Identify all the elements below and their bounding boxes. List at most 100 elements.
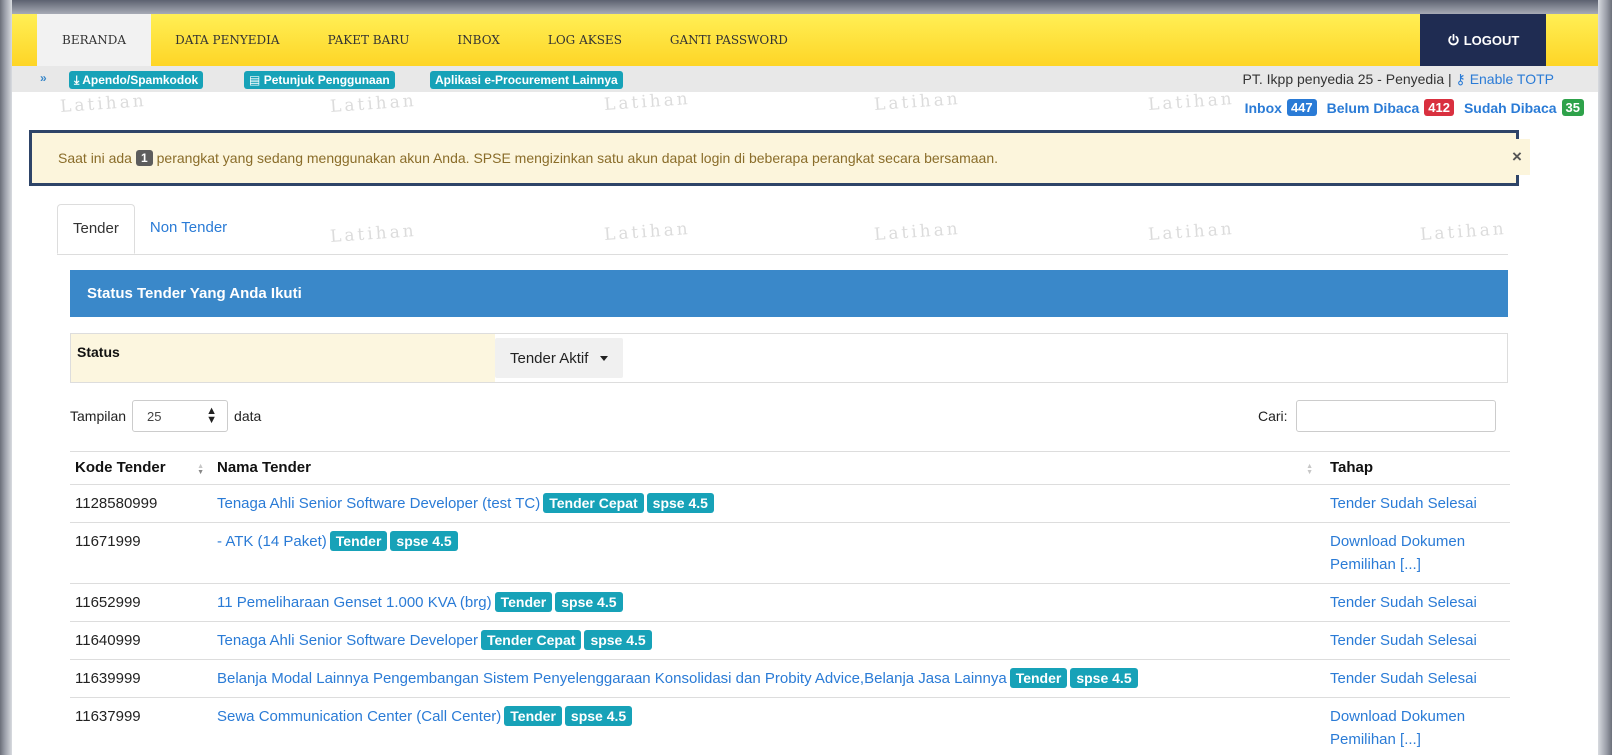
page: BERANDA DATA PENYEDIA PAKET BARU INBOX L… [12, 14, 1598, 755]
apendo-link[interactable]: ⤓ Apendo/Spamkodok [69, 71, 204, 89]
watermark: Latihan [329, 90, 418, 118]
watermark: Latihan [603, 218, 692, 246]
status-filter-row: Status Tender Aktif [70, 333, 1508, 383]
watermark: Latihan [603, 88, 692, 116]
sort-icon: ▲ ▼ [197, 463, 204, 476]
cell-tahap: Tender Sudah Selesai [1325, 583, 1510, 622]
tender-name-link[interactable]: Tenaga Ahli Senior Software Developer [217, 632, 478, 649]
select-arrows-icon: ▲ ▼ [206, 405, 218, 426]
col-tahap-label: Tahap [1330, 459, 1374, 476]
status-dropdown[interactable]: Tender Aktif [495, 338, 624, 378]
tender-type-badge: spse 4.5 [390, 531, 458, 551]
table-row: 11639999 Belanja Modal Lainnya Pengembang… [70, 659, 1510, 698]
cell-nama: Sewa Communication Center (Call Center) T… [212, 697, 1325, 755]
alert-text-before: Saat ini ada [58, 150, 132, 166]
watermark: Latihan [1147, 218, 1236, 246]
col-tahap[interactable]: Tahap [1325, 451, 1510, 485]
table-body: 1128580999 Tenaga Ahli Senior Software De… [70, 484, 1510, 755]
tender-name-link[interactable]: - ATK (14 Paket) [217, 533, 327, 550]
status-label: Status [71, 334, 495, 382]
tender-type-badge: Tender Cepat [543, 493, 644, 513]
logout-button[interactable]: LOGOUT [1420, 14, 1546, 66]
nav-paket-baru[interactable]: PAKET BARU [304, 14, 434, 66]
cell-kode: 1128580999 [70, 484, 212, 523]
tab-non-tender[interactable]: Non Tender [135, 204, 242, 254]
tender-type-badge: Tender [494, 592, 553, 612]
watermark: Latihan [329, 220, 418, 248]
watermark: Latihan [1147, 88, 1236, 116]
inbox-link[interactable]: Inbox [1245, 100, 1282, 116]
sort-icon: ▲ ▼ [1306, 463, 1313, 476]
tender-name-link[interactable]: Belanja Modal Lainnya Pengembangan Siste… [217, 670, 1007, 687]
table-header-row: Kode Tender ▲ ▼ Nama Tender ▲ ▼ Tahap [70, 451, 1510, 485]
nav-beranda[interactable]: BERANDA [37, 14, 152, 66]
page-length-control: Tampilan 25 ▲ ▼ data [70, 400, 261, 432]
tender-name-link[interactable]: 11 Pemeliharaan Genset 1.000 KVA (brg) [217, 594, 492, 611]
tender-type-badge: Tender Cepat [481, 630, 582, 650]
cell-tahap: Download Dokumen Pemilihan [...] [1325, 697, 1510, 755]
petunjuk-link[interactable]: ▤ Petunjuk Penggunaan [244, 71, 395, 89]
book-icon: ▤ [249, 73, 261, 87]
col-nama-tender-label: Nama Tender [217, 459, 311, 476]
nav-log-akses[interactable]: LOG AKSES [524, 14, 646, 66]
window-frame-right [1598, 0, 1612, 755]
window-frame-left [0, 0, 12, 755]
cell-tahap: Tender Sudah Selesai [1325, 484, 1510, 523]
tahap-link[interactable]: Tender Sudah Selesai [1330, 632, 1477, 649]
caret-down-icon [600, 355, 609, 361]
tahap-link[interactable]: Download Dokumen Pemilihan [...] [1330, 533, 1465, 573]
col-kode-tender[interactable]: Kode Tender ▲ ▼ [70, 451, 212, 485]
cell-nama: 11 Pemeliharaan Genset 1.000 KVA (brg) Te… [212, 583, 1325, 622]
key-icon: ⚷ [1455, 71, 1466, 87]
watermark: Latihan [873, 218, 962, 246]
tender-type-badge: Tender [504, 706, 562, 726]
search-input[interactable] [1295, 400, 1496, 432]
download-icon: ⤓ [74, 73, 80, 87]
cell-nama: - ATK (14 Paket) Tender spse 4.5 [212, 522, 1325, 584]
window-frame-top [0, 0, 1612, 14]
tender-type-badge: spse 4.5 [564, 706, 633, 726]
eproc-link[interactable]: Aplikasi e-Procurement Lainnya [430, 71, 623, 89]
nav-inbox[interactable]: INBOX [433, 14, 523, 66]
device-count-badge: 1 [135, 150, 153, 166]
enable-totp-link[interactable]: ⚷ Enable TOTP [1456, 71, 1554, 87]
table-row: 11652999 11 Pemeliharaan Genset 1.000 KVA… [70, 583, 1510, 622]
top-navbar: BERANDA DATA PENYEDIA PAKET BARU INBOX L… [12, 14, 1598, 66]
page-length-value: 25 [147, 408, 162, 424]
tender-name-link[interactable]: Tenaga Ahli Senior Software Developer (t… [217, 495, 540, 512]
nav-ganti-password[interactable]: GANTI PASSWORD [646, 14, 812, 66]
read-count-badge: 35 [1561, 99, 1584, 116]
table-row: 11640999 Tenaga Ahli Senior Software Deve… [70, 621, 1510, 660]
length-suffix: data [234, 408, 262, 424]
cell-tahap: Download Dokumen Pemilihan [...] [1325, 522, 1510, 584]
length-prefix: Tampilan [70, 408, 127, 424]
tab-divider [57, 254, 1508, 255]
message-counts: Inbox 447 Belum Dibaca 412 Sudah Dibaca … [1245, 99, 1584, 116]
alert-close-button[interactable]: × [1504, 139, 1530, 175]
tender-name-link[interactable]: Sewa Communication Center (Call Center) [217, 708, 501, 725]
tender-type-badge: spse 4.5 [584, 630, 652, 650]
alert-text-after: perangkat yang sedang menggunakan akun A… [156, 150, 999, 166]
table-row: 1128580999 Tenaga Ahli Senior Software De… [70, 484, 1510, 523]
tahap-link[interactable]: Download Dokumen Pemilihan [...] [1330, 708, 1465, 748]
tender-table: Kode Tender ▲ ▼ Nama Tender ▲ ▼ Tahap 1128… [70, 451, 1510, 755]
page-length-select[interactable]: 25 ▲ ▼ [132, 400, 229, 432]
tahap-link[interactable]: Tender Sudah Selesai [1330, 670, 1477, 687]
watermark: Latihan [59, 90, 148, 118]
apendo-link-label: Apendo/Spamkodok [82, 73, 199, 87]
tender-type-badge: Tender [329, 531, 388, 551]
nav-data-penyedia[interactable]: DATA PENYEDIA [151, 14, 304, 66]
read-link[interactable]: Sudah Dibaca [1464, 100, 1557, 116]
status-dropdown-value: Tender Aktif [510, 349, 589, 367]
unread-link[interactable]: Belum Dibaca [1327, 100, 1420, 116]
tab-tender[interactable]: Tender [57, 204, 135, 254]
tahap-link[interactable]: Tender Sudah Selesai [1330, 594, 1477, 611]
col-nama-tender[interactable]: Nama Tender ▲ ▼ [212, 451, 1325, 485]
tahap-link[interactable]: Tender Sudah Selesai [1330, 495, 1477, 512]
collapse-chevron-icon[interactable]: » [40, 71, 47, 85]
eproc-link-label: Aplikasi e-Procurement Lainnya [435, 73, 618, 87]
col-kode-tender-label: Kode Tender [75, 459, 166, 476]
search-control: Cari: [1258, 400, 1496, 432]
tender-type-badge: spse 4.5 [646, 493, 714, 513]
unread-count-badge: 412 [1424, 99, 1454, 116]
